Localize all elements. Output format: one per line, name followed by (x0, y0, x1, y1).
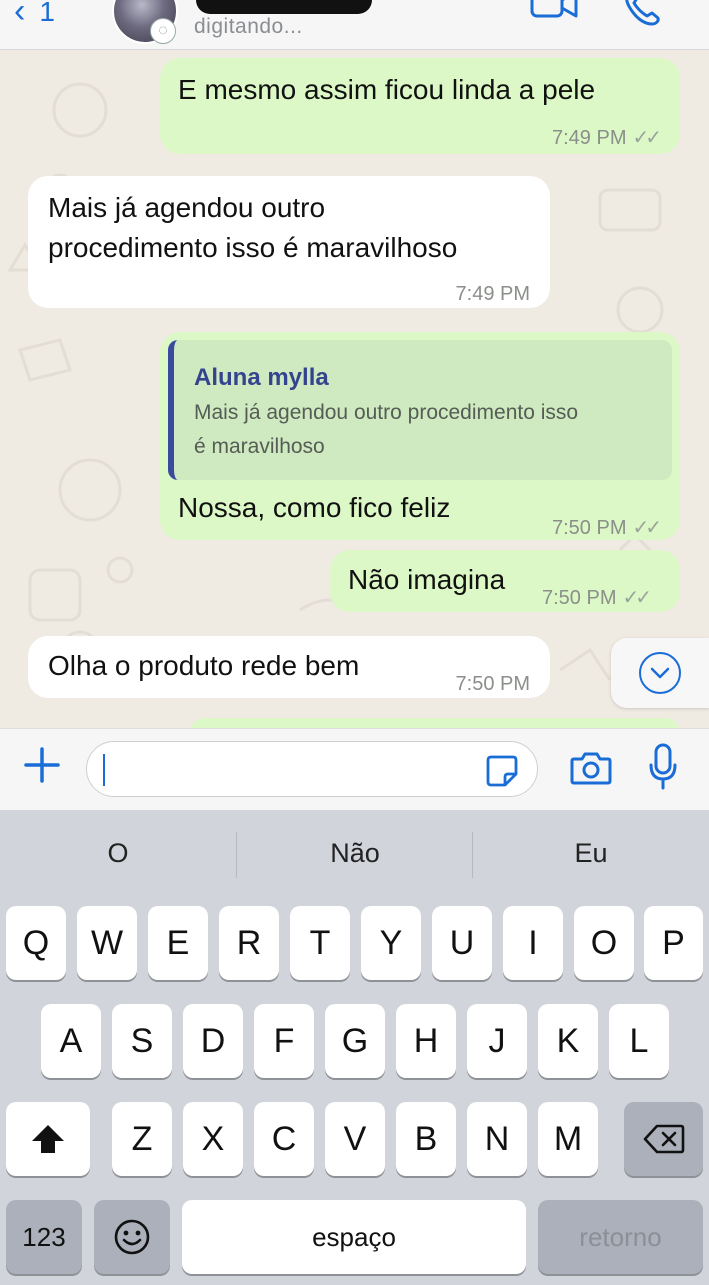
on-screen-keyboard: O Não Eu Q W E R T Y U I O P A S D F G H… (0, 810, 709, 1285)
key[interactable]: M (538, 1102, 598, 1176)
chat-header: ‹ 1 ◌ digitando... (0, 0, 709, 50)
video-camera-icon[interactable] (530, 0, 578, 22)
message-outgoing-reply[interactable]: Aluna mylla Mais já agendou outro proced… (160, 332, 680, 540)
message-meta: 7:49 PM ✓✓ (552, 118, 662, 158)
emoji-icon (114, 1219, 150, 1255)
status-ring-icon: ◌ (150, 18, 176, 44)
message-text: Nossa, como fico feliz (178, 492, 451, 523)
key[interactable]: O (574, 906, 634, 980)
message-outgoing-partial (190, 718, 680, 728)
camera-icon[interactable] (570, 749, 612, 787)
double-check-icon: ✓✓ (632, 127, 661, 149)
double-check-icon: ✓✓ (632, 517, 661, 539)
key[interactable]: J (467, 1004, 527, 1078)
key[interactable]: B (396, 1102, 456, 1176)
key[interactable]: X (183, 1102, 243, 1176)
message-input-bar (0, 728, 709, 810)
key[interactable]: I (503, 906, 563, 980)
numbers-key[interactable]: 123 (6, 1200, 82, 1274)
message-text: Olha o produto rede bem (48, 650, 360, 681)
key[interactable]: F (254, 1004, 314, 1078)
suggestion-bar: O Não Eu (0, 810, 709, 902)
suggestion-item[interactable]: Não (237, 838, 473, 869)
message-text: Não imagina (348, 564, 506, 595)
quoted-text-line: é maravilhoso (194, 435, 325, 458)
chevron-left-icon: ‹ (14, 0, 26, 30)
backspace-key[interactable] (624, 1102, 703, 1176)
scroll-to-bottom-button[interactable] (611, 638, 709, 708)
emoji-key[interactable] (94, 1200, 170, 1274)
key[interactable]: C (254, 1102, 314, 1176)
key[interactable]: L (609, 1004, 669, 1078)
plus-icon[interactable] (22, 745, 62, 785)
message-meta: 7:50 PM ✓✓ (552, 508, 662, 548)
key[interactable]: H (396, 1004, 456, 1078)
text-caret (103, 754, 105, 786)
shift-icon (32, 1125, 64, 1153)
quoted-text: Mais já agendou outro procedimento isso … (194, 396, 656, 464)
message-incoming[interactable]: Mais já agendou outro procedimento isso … (28, 176, 550, 308)
sticker-icon[interactable] (485, 754, 519, 788)
message-incoming[interactable]: Olha o produto rede bem 7:50 PM (28, 636, 550, 698)
key[interactable]: P (644, 906, 703, 980)
chevron-down-icon (639, 652, 681, 694)
key[interactable]: T (290, 906, 350, 980)
key[interactable]: R (219, 906, 279, 980)
key[interactable]: S (112, 1004, 172, 1078)
suggestion-item[interactable]: O (0, 838, 236, 869)
unread-count: 1 (39, 0, 55, 27)
message-outgoing[interactable]: Não imagina 7:50 PM ✓✓ (330, 550, 680, 612)
message-text-line: Mais já agendou outro (48, 192, 326, 223)
message-time: 7:50 PM (542, 587, 617, 609)
phone-icon[interactable] (622, 0, 662, 28)
backspace-icon (643, 1124, 684, 1154)
quoted-message[interactable]: Aluna mylla Mais já agendou outro proced… (168, 340, 672, 480)
message-time: 7:50 PM (455, 673, 530, 695)
chat-area[interactable]: E mesmo assim ficou linda a pele 7:49 PM… (0, 50, 709, 728)
key[interactable]: K (538, 1004, 598, 1078)
space-key[interactable]: espaço (182, 1200, 526, 1274)
key[interactable]: A (41, 1004, 101, 1078)
message-outgoing[interactable]: E mesmo assim ficou linda a pele 7:49 PM… (160, 58, 680, 154)
key[interactable]: W (77, 906, 137, 980)
message-text: E mesmo assim ficou linda a pele (178, 74, 596, 105)
microphone-icon[interactable] (648, 743, 678, 791)
typing-status: digitando... (194, 15, 303, 38)
key[interactable]: V (325, 1102, 385, 1176)
key[interactable]: U (432, 906, 492, 980)
key[interactable]: Y (361, 906, 421, 980)
key[interactable]: D (183, 1004, 243, 1078)
message-time: 7:49 PM (455, 283, 530, 305)
key[interactable]: G (325, 1004, 385, 1078)
message-time: 7:49 PM (552, 127, 627, 149)
key[interactable]: E (148, 906, 208, 980)
message-time: 7:50 PM (552, 517, 627, 539)
key[interactable]: Q (6, 906, 66, 980)
message-text-line: procedimento isso é maravilhoso (48, 232, 458, 263)
quoted-author: Aluna mylla (194, 364, 329, 391)
shift-key[interactable] (6, 1102, 90, 1176)
key[interactable]: Z (112, 1102, 172, 1176)
key[interactable]: N (467, 1102, 527, 1176)
quoted-text-line: Mais já agendou outro procedimento isso (194, 401, 579, 424)
contact-name-redacted[interactable] (196, 0, 372, 14)
suggestion-item[interactable]: Eu (473, 838, 709, 869)
back-button[interactable]: ‹ 1 (14, 0, 55, 31)
return-key[interactable]: retorno (538, 1200, 703, 1274)
double-check-icon: ✓✓ (622, 587, 651, 609)
message-meta: 7:50 PM ✓✓ (542, 578, 652, 618)
message-input[interactable] (86, 741, 538, 797)
